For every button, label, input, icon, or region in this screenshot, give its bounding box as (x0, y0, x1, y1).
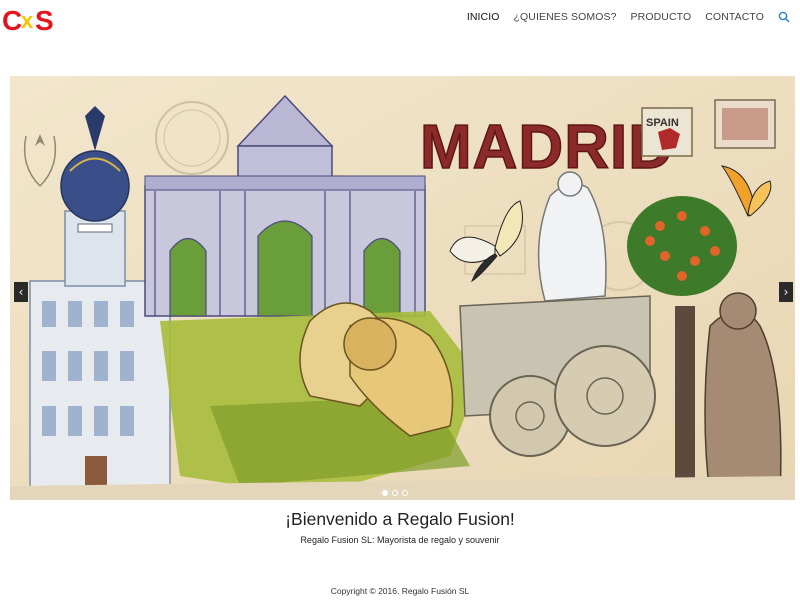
svg-text:x: x (21, 8, 34, 33)
search-icon[interactable] (778, 11, 790, 23)
madrid-illustration: MADRID SPAIN (10, 76, 795, 500)
madrid-title: MADRID (420, 113, 674, 182)
spain-stamp-text: SPAIN (646, 117, 679, 129)
company-logo[interactable]: C x S (2, 4, 64, 36)
carousel-indicators (382, 490, 408, 496)
svg-text:C: C (2, 5, 22, 36)
chevron-left-icon: ‹ (18, 285, 24, 299)
nav-producto[interactable]: PRODUCTO (631, 11, 692, 23)
carousel-prev-button[interactable]: ‹ (14, 282, 28, 302)
chevron-right-icon: › (783, 285, 789, 299)
carousel-indicator-3[interactable] (402, 490, 408, 496)
carousel-next-button[interactable]: › (779, 282, 793, 302)
carousel-indicator-1[interactable] (382, 490, 388, 496)
footer-copyright: Copyright © 2016. Regalo Fusión SL (330, 586, 470, 596)
hero-carousel: MADRID SPAIN ‹ › (10, 76, 795, 500)
nav-contacto[interactable]: CONTACTO (705, 11, 764, 23)
welcome-title: ¡Bienvenido a Regalo Fusion! (285, 509, 515, 529)
nav-quienes-somos[interactable]: ¿QUIENES SOMOS? (514, 11, 617, 23)
carousel-indicator-2[interactable] (392, 490, 398, 496)
welcome-subtitle: Regalo Fusion SL: Mayorista de regalo y … (300, 535, 500, 545)
svg-text:S: S (35, 5, 54, 36)
site-header: C x S INICIO ¿QUIENES SOMOS? PRODUCTO CO… (0, 0, 800, 40)
nav-inicio[interactable]: INICIO (467, 11, 500, 23)
main-nav: INICIO ¿QUIENES SOMOS? PRODUCTO CONTACTO (467, 11, 790, 23)
